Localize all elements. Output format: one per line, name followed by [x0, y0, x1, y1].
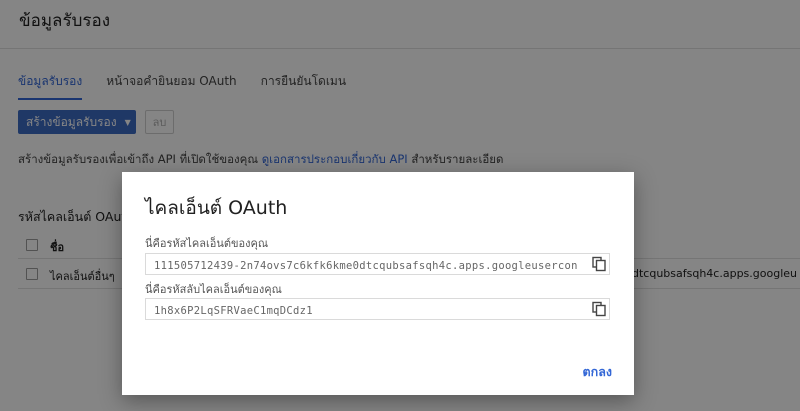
dialog-title: ไคลเอ็นต์ OAuth [145, 197, 288, 219]
client-secret-field [145, 298, 610, 320]
copy-icon[interactable] [591, 301, 607, 317]
client-secret-label: นี่คือรหัสลับไคลเอ็นต์ของคุณ [145, 283, 282, 296]
client-id-field [145, 253, 610, 275]
oauth-client-dialog: ไคลเอ็นต์ OAuth นี่คือรหัสไคลเอ็นต์ของคุ… [122, 172, 634, 395]
client-id-label: นี่คือรหัสไคลเอ็นต์ของคุณ [145, 237, 269, 250]
copy-icon[interactable] [591, 256, 607, 272]
ok-button[interactable]: ตกลง [583, 362, 612, 382]
client-secret-input[interactable] [146, 301, 586, 319]
client-id-input[interactable] [146, 256, 586, 274]
